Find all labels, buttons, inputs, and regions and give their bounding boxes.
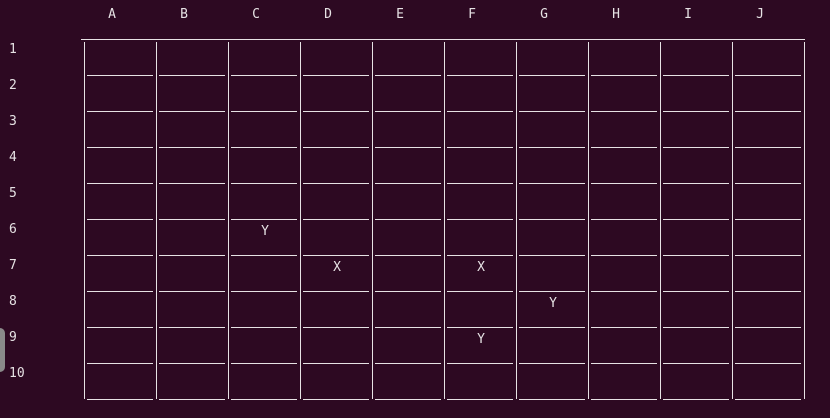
column-label-f: F: [468, 7, 476, 22]
row-label-3: 3: [9, 114, 17, 129]
game-board-grid: [81, 39, 805, 400]
column-label-c: C: [252, 7, 260, 22]
cell-mark-c6: Y: [261, 224, 269, 239]
cell-mark-g8: Y: [549, 296, 557, 311]
column-label-j: J: [756, 7, 764, 22]
terminal-window: A B C D E F G H I J 1 2 3 4 5 6 7 8 9 10 Y X X Y Y: [0, 0, 830, 418]
cell-mark-d7: X: [333, 260, 341, 275]
row-label-1: 1: [9, 42, 17, 57]
row-label-5: 5: [9, 186, 17, 201]
row-label-7: 7: [9, 258, 17, 273]
row-label-6: 6: [9, 222, 17, 237]
column-label-a: A: [108, 7, 116, 22]
row-label-2: 2: [9, 78, 17, 93]
row-label-10: 10: [9, 366, 25, 381]
row-label-8: 8: [9, 294, 17, 309]
column-label-d: D: [324, 7, 332, 22]
row-label-4: 4: [9, 150, 17, 165]
column-label-b: B: [180, 7, 188, 22]
cell-mark-f9: Y: [477, 332, 485, 347]
column-label-e: E: [396, 7, 404, 22]
column-label-h: H: [612, 7, 620, 22]
column-label-g: G: [540, 7, 548, 22]
column-label-i: I: [684, 7, 692, 22]
side-scroll-handle[interactable]: [0, 328, 5, 372]
cell-mark-f7: X: [477, 260, 485, 275]
row-label-9: 9: [9, 330, 17, 345]
